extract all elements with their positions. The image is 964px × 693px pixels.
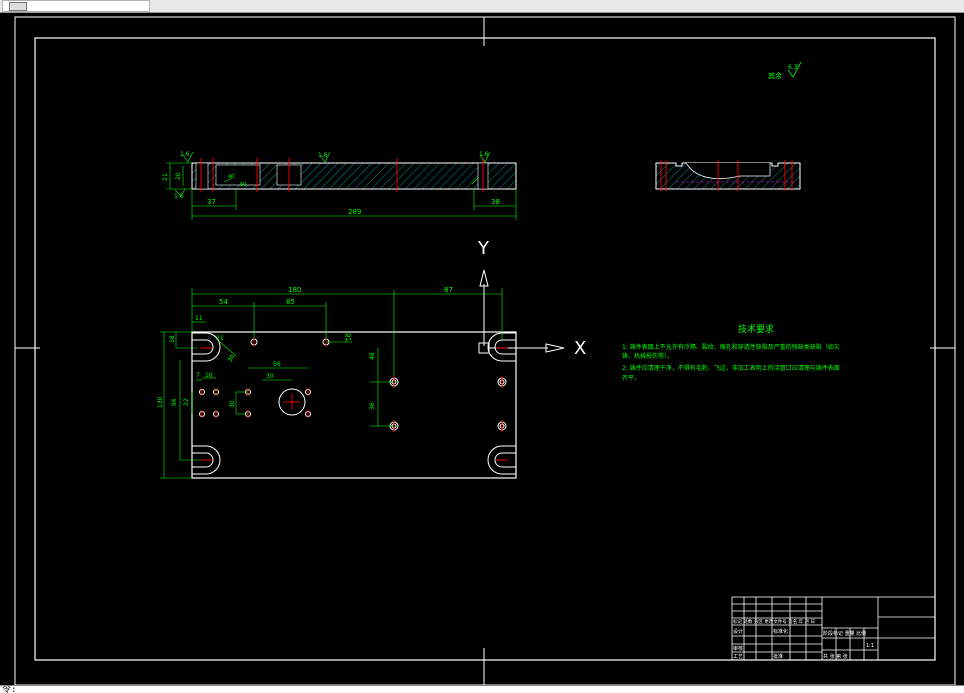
- plan-view: 180 87 54 85 10 11 18 21 48 56 30 7 16 2…: [157, 286, 517, 479]
- axes: Y X: [477, 238, 586, 359]
- title-block: 标记 处数 分区 更改文件号 签名 年 月 日 设计 标准化 阶段标记 重量 比…: [731, 596, 936, 661]
- outer-border: [14, 16, 956, 685]
- roughness-4: 1.6: [174, 193, 184, 200]
- tech-line-1: 1: 铸件表面上不允许有冷隔、裂纹、缩孔和穿透性缺陷及严重的残缺类缺陷（如欠: [622, 343, 840, 351]
- top-toolbar: [0, 0, 964, 13]
- dim-38: 38: [491, 198, 500, 206]
- dim-56: 56: [273, 361, 281, 368]
- title-scale: 1:1: [866, 643, 874, 649]
- dim-22: 22: [183, 398, 190, 406]
- tab-thumbnail-icon: [9, 2, 27, 11]
- dim-30b: 30: [229, 400, 236, 408]
- dim-10: 10: [346, 333, 353, 341]
- dim-20: 20: [175, 172, 182, 180]
- tech-title: 技术要求: [738, 323, 774, 335]
- dim-37: 37: [207, 198, 216, 206]
- dim-small-1: 40: [228, 174, 234, 180]
- dim-180: 180: [288, 286, 301, 294]
- plate-outline: [191, 331, 517, 479]
- title-row1: 标记 处数 分区 更改文件号 签名 年 月 日: [733, 618, 815, 625]
- title-approve: 批准: [773, 653, 783, 660]
- tech-line-2: 铸、机械损伤等）。: [622, 352, 673, 360]
- dim-7: 7: [196, 372, 200, 379]
- surface-roughness-note: 其余 6.3: [768, 61, 802, 80]
- dim-small-2: 60: [240, 182, 246, 188]
- dim-54: 54: [219, 298, 228, 306]
- dim-87: 87: [444, 286, 453, 294]
- dim-11: 11: [195, 315, 203, 322]
- dim-30: 30: [266, 373, 274, 380]
- dim-289: 289: [348, 208, 361, 216]
- dim-16: 16: [205, 372, 213, 379]
- dim-48: 48: [369, 352, 376, 360]
- dim-96: 96: [171, 398, 178, 406]
- section-slot-left: [195, 162, 209, 190]
- dim-85: 85: [286, 298, 295, 306]
- roughness-note-label: 其余: [768, 71, 782, 80]
- dim-21: 21: [162, 173, 169, 181]
- title-standardization: 标准化: [773, 628, 788, 635]
- sheet-center-marks: [15, 17, 955, 685]
- section-pocket-left: [215, 164, 261, 186]
- dim-36: 36: [369, 402, 376, 410]
- title-review: 审核: [733, 645, 743, 652]
- axis-y-label: Y: [477, 238, 490, 259]
- file-tab[interactable]: [2, 0, 150, 12]
- roughness-2: 1.6: [318, 152, 328, 159]
- dim-130: 130: [157, 396, 164, 408]
- roughness-3: 1.6: [479, 151, 489, 158]
- side-view: [655, 160, 801, 191]
- dim-21b: 21: [216, 335, 224, 342]
- tech-requirements: 技术要求 1: 铸件表面上不允许有冷隔、裂纹、缩孔和穿透性缺陷及严重的残缺类缺陷…: [622, 323, 840, 382]
- title-process: 工艺: [733, 654, 743, 660]
- roughness-1: 1.6: [180, 151, 190, 158]
- roughness-note-value: 6.3: [788, 64, 798, 71]
- drawing-canvas[interactable]: 其余 6.3 37 289 38 21 20 1.6 1.6 1.6 1.6 4…: [0, 13, 964, 685]
- dim-18: 18: [169, 335, 176, 343]
- title-stage: 阶段标记 重量 比例: [823, 630, 866, 637]
- axis-x-label: X: [574, 338, 586, 359]
- section-view: 37 289 38 21 20 1.6 1.6 1.6 1.6 40 60: [162, 151, 517, 220]
- title-designer: 设计: [733, 628, 743, 635]
- title-sheets: 共 张 第 张: [823, 653, 848, 660]
- tech-line-3: 2: 铸件应清理干净，不得有毛刺、飞边，非加工表明上的浇冒口应清理与铸件表面: [622, 364, 840, 372]
- tech-line-4: 齐平。: [622, 374, 640, 382]
